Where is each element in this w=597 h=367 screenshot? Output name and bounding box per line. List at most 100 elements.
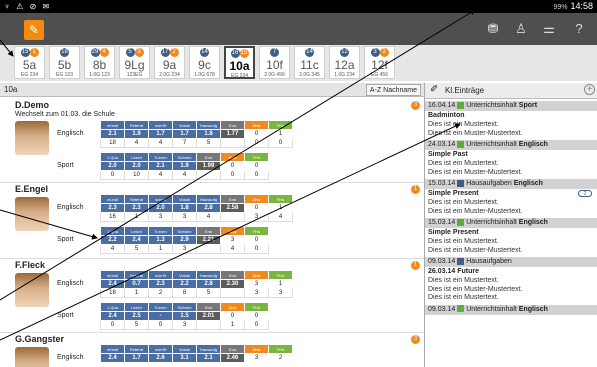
grade-value[interactable]: 0.7	[124, 279, 149, 289]
grade-value[interactable]: 0	[244, 203, 269, 213]
grade-value[interactable]: 2.3	[148, 279, 173, 289]
grade-value[interactable]: 2.9	[172, 235, 197, 245]
grade-value[interactable]: 2.01	[196, 311, 221, 321]
grade-value[interactable]: 2.8	[196, 203, 221, 213]
class-entry[interactable]: 16.04.14 Unterrichtsinhalt Sport Badminton…	[425, 101, 597, 138]
grade-value[interactable]: 1.3	[148, 235, 173, 245]
grade-value[interactable]: 1.9	[124, 129, 149, 139]
students-icon[interactable]: ⛃	[484, 21, 502, 37]
grade-value[interactable]: 1.99	[196, 161, 221, 171]
grade-value[interactable]: 3	[244, 353, 269, 363]
class-tab-11c[interactable]: 14 11c 2.0G 345	[294, 46, 325, 79]
student-alert-badge[interactable]: 3	[411, 335, 420, 344]
class-tab-5b[interactable]: 18 5b EG 123	[49, 46, 80, 79]
grade-value[interactable]: 2.4	[100, 353, 125, 363]
grade-table[interactable]: mündl Referat schrift Vokab Hausaufg End Abw FH…	[100, 344, 293, 363]
person-icon[interactable]: ♙	[512, 21, 530, 37]
grade-value[interactable]: 2.2	[100, 235, 125, 245]
grade-value[interactable]: 1.8	[196, 129, 221, 139]
student-row[interactable]: D.Demo Wechselt zum 01.03. die Schule 3 Eng…	[0, 99, 424, 183]
entry-type: Unterrichtsinhalt	[466, 219, 517, 226]
grade-value[interactable]: 3	[220, 235, 245, 245]
class-tab-9Lg[interactable]: 5 3 9Lg 123EG	[119, 46, 150, 79]
help-icon[interactable]: ?	[570, 21, 588, 37]
class-entry[interactable]: 24.03.14 Unterrichtsinhalt Englisch Simple…	[425, 140, 597, 177]
grade-value[interactable]: 2.1	[148, 161, 173, 171]
settings-sliders-icon[interactable]: ⚌	[540, 21, 558, 37]
grade-value[interactable]: 2.1	[100, 129, 125, 139]
grade-value[interactable]: 2.6	[148, 353, 173, 363]
class-name: 8b	[92, 58, 107, 72]
grade-table[interactable]: mündl Referat schrift Vokab Hausaufg End Abw FH…	[100, 120, 293, 148]
app-logo-icon[interactable]: ✎	[24, 20, 44, 40]
sort-az-button[interactable]: A-Z Nachname	[365, 84, 421, 96]
grade-value[interactable]: 2.30	[220, 279, 245, 289]
student-row[interactable]: E.Engel 1 Englisch mündl Referat schrift Vokab…	[0, 183, 424, 259]
grade-table[interactable]: mündl Referat schrift Vokab Hausaufg End Abw FH…	[100, 270, 293, 298]
student-alert-badge[interactable]: 1	[411, 185, 420, 194]
class-tab-5a[interactable]: 15 1 5a EG 234	[14, 46, 45, 79]
grade-value[interactable]: 2.5	[124, 311, 149, 321]
class-tab-12f[interactable]: 3 2 12f EG 456	[364, 46, 395, 79]
student-alert-badge[interactable]: 1	[411, 261, 420, 270]
grade-value[interactable]: 1.77	[220, 129, 245, 139]
grade-value[interactable]: 2.3	[124, 203, 149, 213]
grade-count-row: 0 10 4 4 0 0	[100, 170, 269, 180]
grade-value[interactable]: 2.0	[148, 203, 173, 213]
class-tab-9a[interactable]: 17 2 9a 2.0G 234	[154, 46, 185, 79]
entry-count-pill[interactable]: 2	[578, 190, 592, 197]
grade-value[interactable]: 0	[244, 129, 269, 139]
grade-value[interactable]: 2.4	[100, 279, 125, 289]
add-entry-button[interactable]: +	[584, 84, 595, 95]
grade-value[interactable]: 1	[268, 279, 293, 289]
grade-value[interactable]: 1.7	[148, 129, 173, 139]
class-tab-10f[interactable]: 7 10f 2.0G 456	[259, 46, 290, 79]
grade-value[interactable]: 1.9	[172, 161, 197, 171]
grade-table[interactable]: 1.Qua Leicht Turnen Schwim End Abw FHa 2.2 2.4 1.…	[100, 226, 269, 254]
class-tab-9c[interactable]: 14 9c 1.0G 678	[189, 46, 220, 79]
grade-value[interactable]: 1.5	[172, 311, 197, 321]
grade-value[interactable]: 0	[244, 311, 269, 321]
grade-count	[220, 138, 245, 148]
class-tab-10a[interactable]: 16 15 10a EG 234	[224, 46, 255, 79]
class-tab-12a[interactable]: 12 12a 1.0G 234	[329, 46, 360, 79]
class-tab-8b[interactable]: 29 4 8b 1.0G 123	[84, 46, 115, 79]
grade-value[interactable]: 2.2	[172, 279, 197, 289]
grade-value[interactable]: 1	[268, 129, 293, 139]
grade-header-row: mündl Referat schrift Vokab Hausaufg End Abw FH…	[100, 270, 293, 280]
class-entry[interactable]: 09.03.14 Unterrichtsinhalt Englisch	[425, 304, 597, 315]
grade-table[interactable]: 1.Qua Leicht Turnen Schwim End Abw FHa 2.0 2.0 2.…	[100, 152, 269, 180]
grade-value[interactable]: -	[148, 311, 173, 321]
grade-value[interactable]: 2.0	[124, 161, 149, 171]
grade-table[interactable]: mündl Referat schrift Vokab Hausaufg End Abw FH…	[100, 194, 293, 222]
grade-count: 5	[196, 288, 221, 298]
grade-value[interactable]: 2.1	[196, 353, 221, 363]
grade-value[interactable]: 1.7	[124, 353, 149, 363]
grade-value[interactable]: 2.8	[196, 279, 221, 289]
grade-value[interactable]: 3.1	[172, 353, 197, 363]
grade-value[interactable]: 2.21	[196, 235, 221, 245]
grade-value[interactable]: 1.7	[172, 129, 197, 139]
grade-value[interactable]: 0	[244, 161, 269, 171]
class-entry[interactable]: 15.03.14 Unterrichtsinhalt Englisch Simple…	[425, 218, 597, 255]
grade-value[interactable]: 2.4	[100, 311, 125, 321]
student-row[interactable]: G.Gangster 3 Englisch mündl Referat schrift Vo…	[0, 333, 424, 367]
student-alert-badge[interactable]: 3	[411, 101, 420, 110]
class-entry[interactable]: 15.03.14 Hausaufgaben Englisch Simple Pres…	[425, 179, 597, 216]
grade-value[interactable]: 2.58	[220, 203, 245, 213]
grade-value[interactable]: 0	[244, 235, 269, 245]
grade-value[interactable]: 2.46	[220, 353, 245, 363]
grade-value[interactable]: 2.3	[100, 203, 125, 213]
grade-count: 0	[244, 138, 269, 148]
grade-table[interactable]: 1.Qua Leicht Turnen Schwim End Abw FHa 2.4 2.5-1…	[100, 302, 269, 330]
grade-value[interactable]: 0	[220, 311, 245, 321]
grade-value[interactable]: 1.8	[172, 203, 197, 213]
class-entry[interactable]: 09.03.14 Hausaufgaben 26.03.14 Future Dies …	[425, 257, 597, 303]
grade-value[interactable]: 2.4	[124, 235, 149, 245]
grade-value[interactable]: 2.0	[100, 161, 125, 171]
grade-value[interactable]: 0	[220, 161, 245, 171]
grade-value[interactable]: 3	[244, 279, 269, 289]
student-row[interactable]: F.Fleck 1 Englisch mündl Referat schrift Vokab…	[0, 259, 424, 333]
grade-value[interactable]: 1	[268, 203, 293, 213]
grade-value[interactable]: 2	[268, 353, 293, 363]
